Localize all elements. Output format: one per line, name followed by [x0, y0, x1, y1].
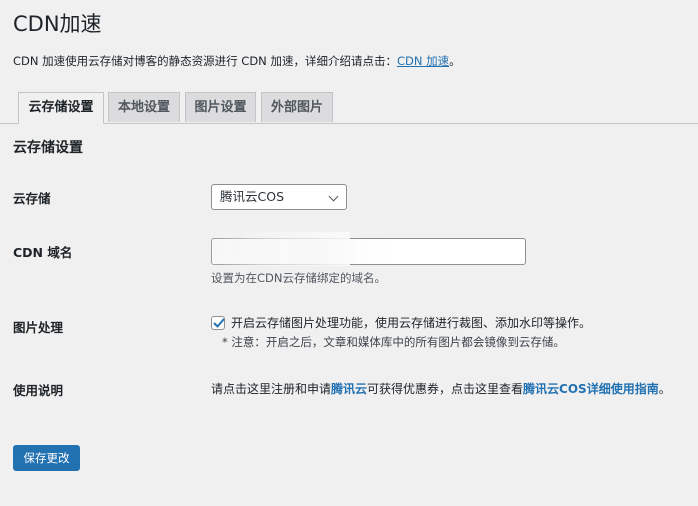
checkmark-icon	[213, 318, 225, 328]
intro-text: CDN 加速使用云存储对博客的静态资源进行 CDN 加速，详细介绍请点击：CDN…	[13, 53, 461, 69]
tab-external-images[interactable]: 外部图片	[261, 92, 333, 122]
storage-select-value: 腾讯云COS	[220, 189, 285, 204]
section-title: 云存储设置	[13, 140, 83, 156]
usage-text: 请点击这里注册和申请腾讯云可获得优惠券，点击这里查看腾讯云COS详细使用指南。	[211, 381, 671, 397]
usage-text-2: 可获得优惠券，点击这里查看	[367, 382, 524, 396]
intro-description: CDN 加速使用云存储对博客的静态资源进行 CDN 加速，详细介绍请点击：	[13, 54, 397, 68]
intro-suffix: 。	[449, 54, 461, 68]
cdn-accelerate-link[interactable]: CDN 加速	[397, 54, 449, 68]
usage-text-3: 。	[658, 382, 671, 396]
image-processing-label: 图片处理	[13, 320, 64, 335]
settings-tabs: 云存储设置 本地设置 图片设置 外部图片	[0, 90, 698, 124]
image-processing-checkbox[interactable]	[211, 316, 225, 330]
usage-text-1: 请点击这里注册和申请	[211, 382, 332, 396]
cdn-domain-hint: 设置为在CDN云存储绑定的域名。	[211, 271, 386, 285]
page-title: CDN加速	[13, 12, 102, 36]
tab-cloud-storage[interactable]: 云存储设置	[18, 92, 104, 124]
image-processing-note: * 注意：开启之后，文章和媒体库中的所有图片都会镜像到云存储。	[222, 335, 565, 349]
chevron-down-icon	[328, 191, 339, 202]
tab-local-settings[interactable]: 本地设置	[108, 92, 180, 122]
tab-image-settings[interactable]: 图片设置	[185, 92, 256, 122]
storage-select[interactable]: 腾讯云COS	[211, 184, 347, 210]
storage-label: 云存储	[13, 191, 51, 206]
cdn-domain-label: CDN 域名	[13, 245, 73, 260]
cos-guide-link[interactable]: 腾讯云COS详细使用指南	[523, 382, 659, 396]
save-button[interactable]: 保存更改	[13, 445, 80, 471]
usage-label: 使用说明	[13, 383, 64, 398]
image-processing-checkbox-label: 开启云存储图片处理功能，使用云存储进行裁图、添加水印等操作。	[231, 316, 592, 330]
tencent-cloud-link[interactable]: 腾讯云	[331, 382, 367, 396]
redaction-overlay	[200, 232, 350, 266]
